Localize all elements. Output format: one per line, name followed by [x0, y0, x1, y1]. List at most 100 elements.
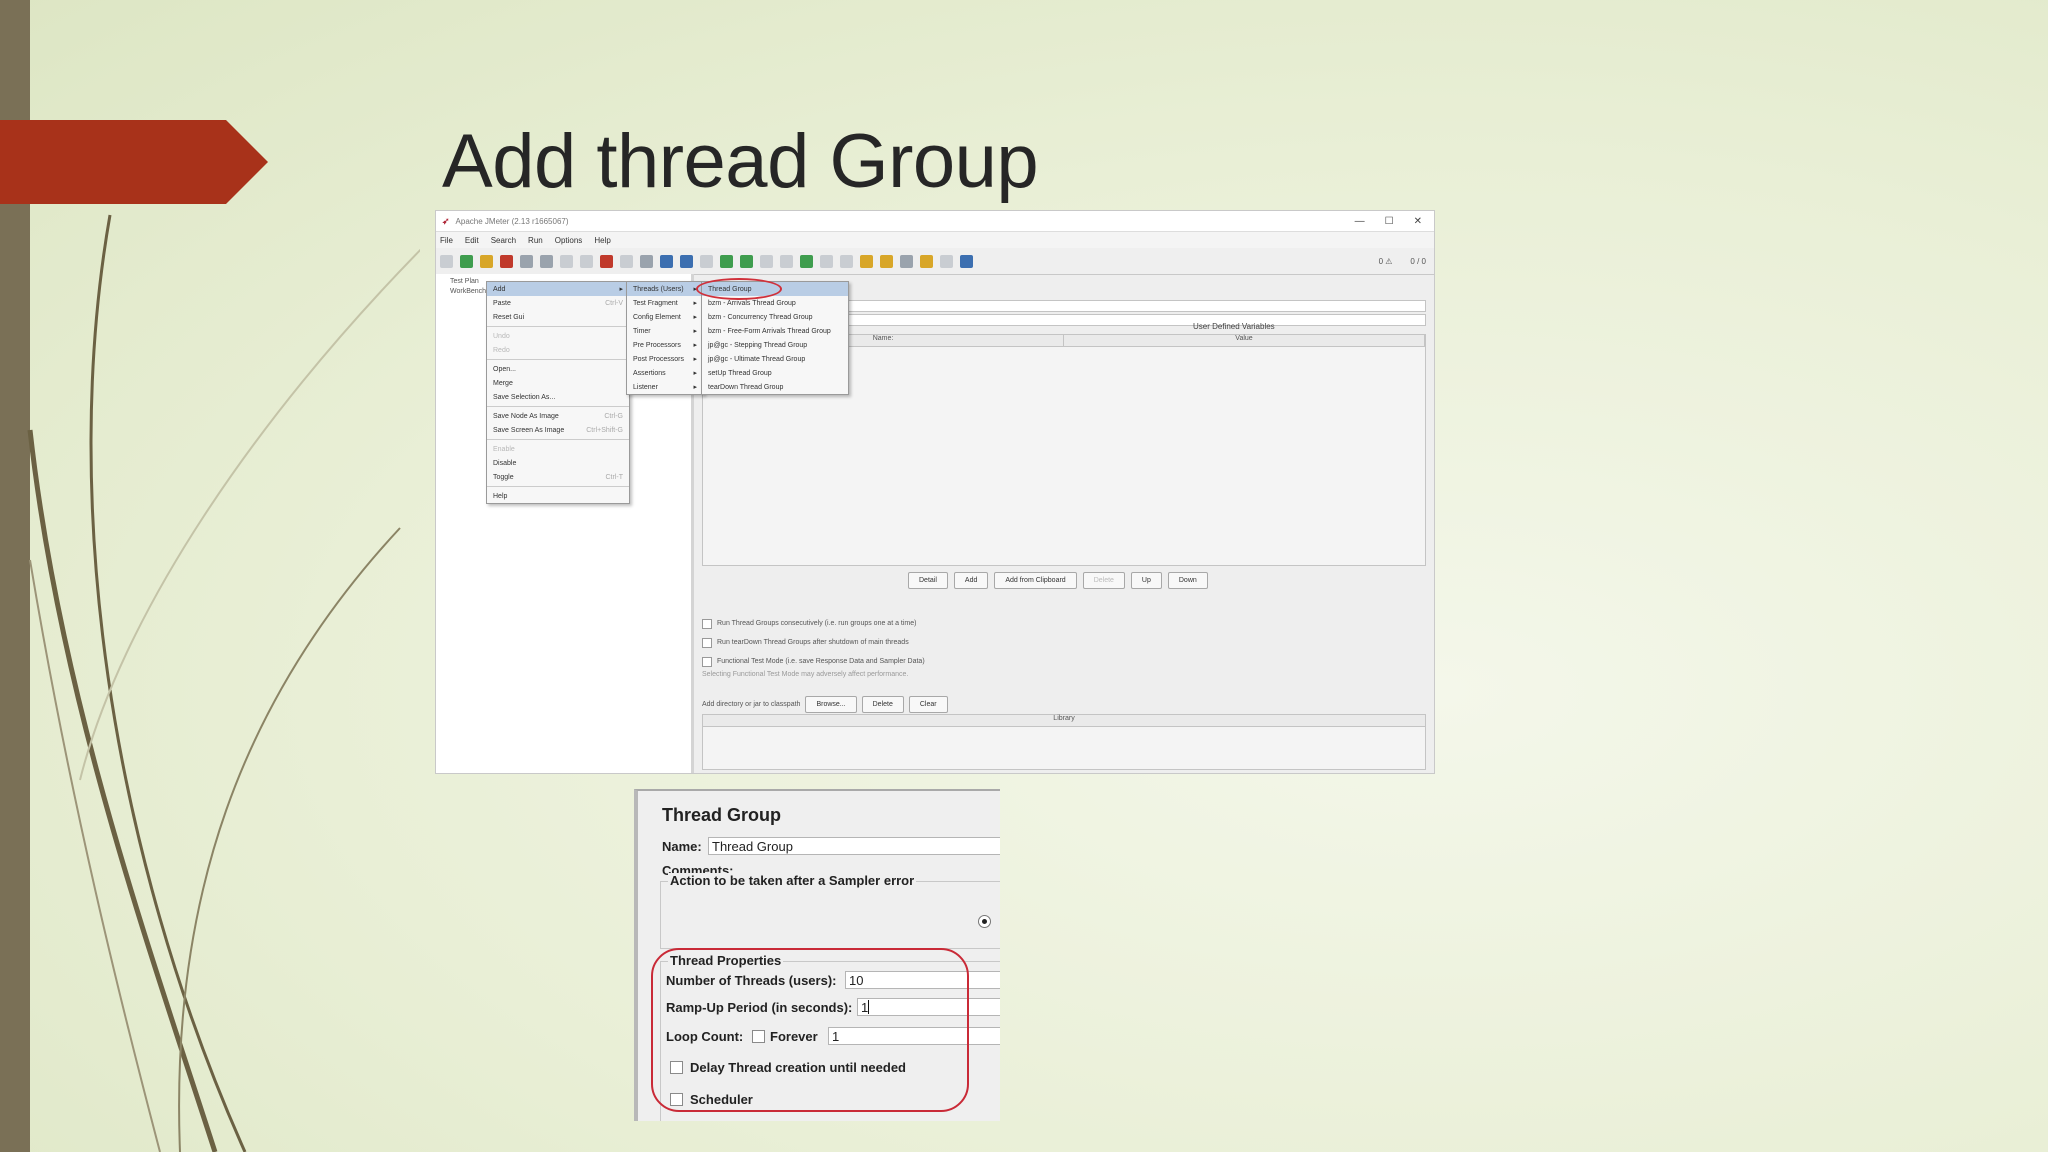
thread-group-title: Thread Group [662, 805, 782, 825]
checkbox[interactable] [702, 637, 712, 648]
slide-title: Add thread Group [442, 119, 1039, 204]
add-submenu-item[interactable]: Assertions ▸ [627, 366, 703, 380]
threads-submenu-item[interactable]: jp@gc - Ultimate Thread Group [702, 352, 848, 366]
menu-options[interactable]: Options [555, 236, 583, 245]
tree-node-workbench[interactable]: WorkBench [450, 288, 486, 295]
cut-icon[interactable] [600, 254, 613, 268]
close-file-icon[interactable] [500, 254, 513, 268]
clear-all-icon[interactable] [880, 254, 893, 268]
remote-start-icon[interactable] [800, 254, 813, 268]
classpath-label: Add directory or jar to classpath [702, 701, 801, 708]
save-as-icon[interactable] [540, 254, 553, 268]
context-menu-item[interactable]: Reset Gui [487, 310, 629, 324]
add-submenu-item[interactable]: Pre Processors ▸ [627, 338, 703, 352]
add-submenu-item-label: Assertions [633, 369, 666, 377]
up-button[interactable]: Up [1130, 572, 1162, 589]
comments-field[interactable] [848, 314, 1426, 326]
toolbar: 0 ⚠ 0 / 0 [436, 248, 1434, 275]
threads-submenu-item[interactable]: tearDown Thread Group [702, 380, 848, 394]
context-menu-item[interactable]: Merge [487, 376, 629, 390]
save-icon[interactable] [520, 254, 533, 268]
minimize-button[interactable]: — [1355, 216, 1365, 227]
add-button[interactable]: Add [953, 572, 989, 589]
reset-search-icon[interactable] [920, 254, 933, 268]
menu-search[interactable]: Search [491, 236, 516, 245]
context-menu-item[interactable]: Add ▸ [487, 282, 629, 296]
context-menu-item[interactable]: Redo [487, 343, 629, 357]
context-menu-item-label: Undo [493, 332, 510, 340]
add-submenu-item[interactable]: Config Element ▸ [627, 310, 703, 324]
context-menu-item[interactable]: Help [487, 489, 629, 503]
delete-button[interactable]: Delete [1082, 572, 1125, 589]
context-menu-item-label: Save Selection As... [493, 393, 556, 401]
submenu-arrow-icon: ▸ [693, 328, 697, 335]
remote-stop-icon[interactable] [820, 254, 833, 268]
stop-icon[interactable] [760, 254, 773, 268]
browse-button[interactable]: Browse... [805, 696, 857, 713]
collapse-icon[interactable] [680, 254, 693, 268]
expand-icon[interactable] [660, 254, 673, 268]
open-icon[interactable] [480, 254, 493, 268]
name-input[interactable]: Thread Group [708, 837, 1000, 855]
threads-submenu-item[interactable]: bzm - Free-Form Arrivals Thread Group [702, 324, 848, 338]
templates-icon[interactable] [460, 254, 473, 268]
add-submenu-item[interactable]: Listener ▸ [627, 380, 703, 394]
context-menu-item[interactable]: Paste Ctrl-V [487, 296, 629, 310]
sampler-error-radio[interactable] [978, 915, 991, 928]
run-teardown-option[interactable]: Run tearDown Thread Groups after shutdow… [702, 633, 925, 652]
context-menu-item[interactable]: Open... [487, 362, 629, 376]
context-menu-item[interactable]: Enable [487, 442, 629, 456]
context-menu-item[interactable]: Toggle Ctrl-T [487, 470, 629, 484]
menu-edit[interactable]: Edit [465, 236, 479, 245]
checkbox[interactable] [702, 656, 712, 667]
name-field[interactable] [848, 300, 1426, 312]
add-submenu-item[interactable]: Threads (Users) ▸ [627, 282, 703, 296]
search-icon[interactable] [900, 254, 913, 268]
function-helper-icon[interactable] [940, 254, 953, 268]
toggle-icon[interactable] [700, 254, 713, 268]
menu-run[interactable]: Run [528, 236, 543, 245]
menu-file[interactable]: File [440, 236, 453, 245]
library-table[interactable]: Library [702, 714, 1426, 770]
run-consecutively-option[interactable]: Run Thread Groups consecutively (i.e. ru… [702, 614, 925, 633]
redo-icon[interactable] [580, 254, 593, 268]
threads-submenu-item[interactable]: bzm - Concurrency Thread Group [702, 310, 848, 324]
add-submenu-item[interactable]: Timer ▸ [627, 324, 703, 338]
sampler-error-group [660, 881, 1000, 949]
add-submenu-item-label: Post Processors [633, 355, 684, 363]
add-submenu-item-label: Listener [633, 383, 658, 391]
threads-submenu-item[interactable]: setUp Thread Group [702, 366, 848, 380]
submenu-arrow-icon: ▸ [693, 356, 697, 363]
close-button[interactable]: ✕ [1414, 216, 1422, 227]
shortcut-hint: Ctrl-V [605, 299, 623, 307]
context-menu-item[interactable]: Disable [487, 456, 629, 470]
tree-node-test-plan[interactable]: Test Plan [450, 278, 479, 285]
threads-submenu-item[interactable]: jp@gc - Stepping Thread Group [702, 338, 848, 352]
classpath-delete-button[interactable]: Delete [861, 696, 904, 713]
submenu-arrow-icon: ▸ [693, 314, 697, 321]
shutdown-icon[interactable] [780, 254, 793, 268]
down-button[interactable]: Down [1167, 572, 1208, 589]
help-icon[interactable] [960, 254, 973, 268]
context-menu-item[interactable]: Save Node As Image Ctrl-G [487, 409, 629, 423]
new-icon[interactable] [440, 254, 453, 268]
remote-shutdown-icon[interactable] [840, 254, 853, 268]
add-from-clipboard-button[interactable]: Add from Clipboard [994, 572, 1077, 589]
context-menu-item[interactable]: Undo [487, 329, 629, 343]
context-menu-item[interactable]: Save Selection As... [487, 390, 629, 404]
start-no-pause-icon[interactable] [740, 254, 753, 268]
checkbox[interactable] [702, 618, 712, 629]
undo-icon[interactable] [560, 254, 573, 268]
menu-help[interactable]: Help [594, 236, 610, 245]
maximize-button[interactable]: ☐ [1385, 216, 1394, 227]
context-menu-item[interactable]: Save Screen As Image Ctrl+Shift-G [487, 423, 629, 437]
start-icon[interactable] [720, 254, 733, 268]
add-submenu-item[interactable]: Test Fragment ▸ [627, 296, 703, 310]
clear-icon[interactable] [860, 254, 873, 268]
copy-icon[interactable] [620, 254, 633, 268]
paste-icon[interactable] [640, 254, 653, 268]
detail-button[interactable]: Detail [908, 572, 948, 589]
functional-mode-option[interactable]: Functional Test Mode (i.e. save Response… [702, 652, 925, 671]
add-submenu-item[interactable]: Post Processors ▸ [627, 352, 703, 366]
clear-button[interactable]: Clear [908, 696, 948, 713]
